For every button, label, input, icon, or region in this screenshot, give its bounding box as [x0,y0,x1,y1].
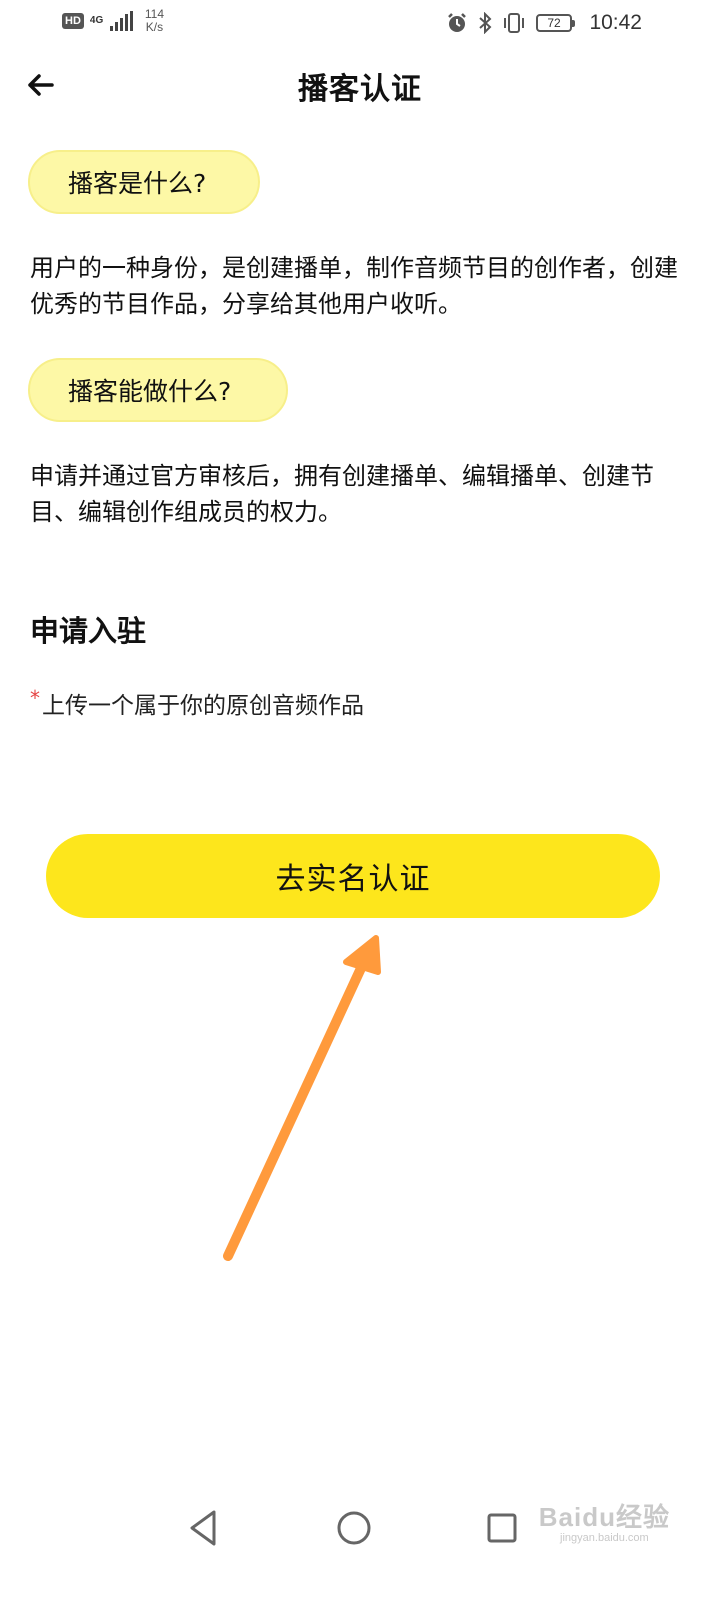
watermark-main: Baidu经验 [538,1502,670,1532]
hd-badge: HD [62,13,84,29]
vibrate-icon [504,13,524,33]
section-heading-what: 播客是什么? [28,150,260,214]
nav-home-button[interactable] [336,1510,372,1546]
nav-back-button[interactable] [186,1508,220,1548]
apply-section-title: 申请入驻 [30,614,147,648]
circle-home-icon [337,1511,371,1545]
section-body-what: 用户的一种身份，是创建播单，制作音频节目的创作者，创建优秀的节目作品，分享给其他… [30,254,678,318]
section-heading-label: 播客是什么? [68,169,207,198]
section-body-can-do: 申请并通过官方审核后，拥有创建播单、编辑播单、创建节目、编辑创作组成员的权力。 [30,462,654,526]
status-clock: 10:42 [589,11,642,34]
network-speed: 114 K/s [145,8,164,34]
nav-recent-button[interactable] [486,1512,518,1544]
requirement-text: 上传一个属于你的原创音频作品 [42,693,364,719]
section-heading-can-do: 播客能做什么? [28,358,288,422]
annotation-arrow [223,935,381,1261]
required-mark: * [30,686,40,710]
status-bar: HD 4G 114 K/s 72 10:42 [0,0,720,48]
network-type-label: 4G [89,15,104,26]
battery-level: 72 [547,16,561,30]
status-bar-right: 72 [446,12,575,34]
network-speed-unit: K/s [145,20,164,34]
annotation-arrow-shaft [223,961,367,1261]
bluetooth-icon [479,12,492,34]
real-name-auth-button-label: 去实名认证 [275,862,431,897]
page-title: 播客认证 [298,72,422,107]
real-name-auth-button[interactable]: 去实名认证 [46,834,660,918]
baidu-jingyan-watermark: Baidu经验 jingyan.baidu.com [539,1497,670,1544]
signal-icon [109,11,133,31]
requirement-item: *上传一个属于你的原创音频作品 [30,686,364,720]
section-heading-label: 播客能做什么? [68,377,232,406]
alarm-icon [448,13,466,32]
battery-icon: 72 [536,14,575,32]
triangle-back-icon [190,1510,216,1546]
square-recent-icon [487,1513,517,1543]
status-bar-left: HD 4G 114 K/s [62,8,164,34]
annotation-arrow-head [343,935,381,975]
